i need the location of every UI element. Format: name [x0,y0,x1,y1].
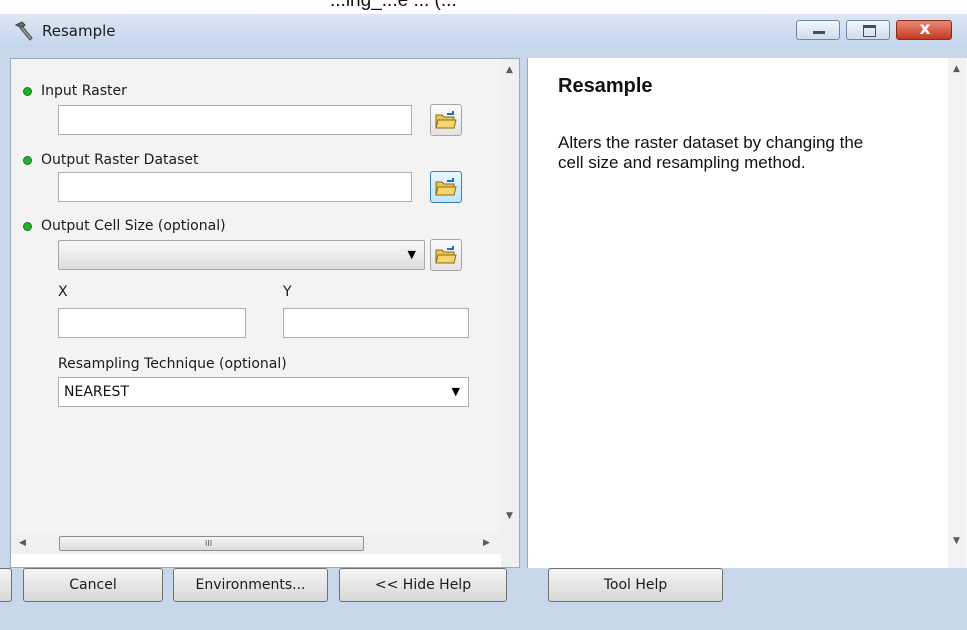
maximize-button[interactable] [846,20,890,40]
scroll-down-icon[interactable]: ▼ [506,511,513,521]
background-window-title: ...ing_...e ... (... [330,0,457,11]
scroll-up-icon[interactable]: ▲ [953,64,960,74]
resampling-technique-value: NEAREST [64,384,129,400]
window-title: Resample [42,22,116,40]
environments-button[interactable]: Environments... [173,568,328,602]
hammer-icon [14,21,33,41]
y-label: Y [283,284,292,300]
open-folder-icon [435,246,457,264]
input-raster-browse-button[interactable] [430,104,462,136]
scroll-down-icon[interactable]: ▼ [953,536,960,546]
x-field[interactable] [58,308,246,338]
scroll-up-icon[interactable]: ▲ [506,65,513,75]
hide-help-button[interactable]: << Hide Help [339,568,507,602]
resample-dialog: Resample x Input Raster Output Raster Da… [0,14,967,630]
required-indicator-icon [23,156,32,165]
x-label: X [58,284,68,300]
background-window-text: ...ing_...e ... (... [0,0,967,14]
parameters-content: Input Raster Output Raster Dataset Outpu… [11,59,501,534]
help-pane: Resample Alters the raster dataset by ch… [527,58,967,568]
scrollbar-corner [501,534,519,567]
minimize-icon [813,31,825,34]
input-raster-field[interactable] [58,105,412,135]
open-folder-icon [435,178,457,196]
required-indicator-icon [23,222,32,231]
parameters-horizontal-scrollbar[interactable]: ◀ III ▶ [11,534,501,554]
help-title: Resample [558,75,653,97]
cell-size-label: Output Cell Size (optional) [41,218,226,234]
cell-size-browse-button[interactable] [430,239,462,271]
scroll-right-icon[interactable]: ▶ [483,538,490,548]
resampling-technique-dropdown[interactable]: NEAREST ▼ [58,377,469,407]
ok-button-partial[interactable] [0,568,12,602]
minimize-button[interactable] [796,20,840,40]
close-button[interactable]: x [896,19,952,40]
y-field[interactable] [283,308,469,338]
resampling-technique-label: Resampling Technique (optional) [58,356,287,372]
horizontal-scroll-thumb[interactable]: III [59,536,364,551]
cell-size-dropdown[interactable]: ▼ [58,240,425,270]
output-raster-field[interactable] [58,172,412,202]
open-folder-icon [435,111,457,129]
tool-help-button[interactable]: Tool Help [548,568,723,602]
parameters-pane: Input Raster Output Raster Dataset Outpu… [10,58,520,568]
maximize-icon [863,25,876,37]
chevron-down-icon: ▼ [451,385,460,398]
output-raster-browse-button[interactable] [430,171,462,203]
parameters-vertical-scrollbar[interactable]: ▲ ▼ [501,59,519,534]
input-raster-label: Input Raster [41,83,127,99]
title-bar[interactable]: Resample x [0,14,967,48]
help-description: Alters the raster dataset by changing th… [558,133,864,172]
required-indicator-icon [23,87,32,96]
close-icon: x [919,19,931,39]
help-vertical-scrollbar[interactable]: ▲ ▼ [948,58,966,568]
output-raster-label: Output Raster Dataset [41,152,199,168]
chevron-down-icon: ▼ [407,248,416,261]
cancel-button[interactable]: Cancel [23,568,163,602]
scroll-left-icon[interactable]: ◀ [19,538,26,548]
scroll-grip-icon: III [205,539,213,548]
